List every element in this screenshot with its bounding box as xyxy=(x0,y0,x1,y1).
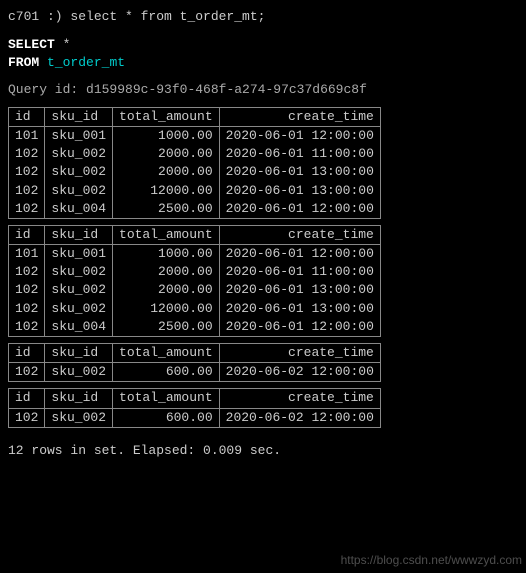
cell-total-amount: 600.00 xyxy=(113,363,220,382)
result-table: idsku_idtotal_amountcreate_time101sku_00… xyxy=(8,225,381,337)
cell-id: 102 xyxy=(9,200,45,219)
cell-create-time: 2020-06-02 12:00:00 xyxy=(219,408,380,427)
result-table: idsku_idtotal_amountcreate_time102sku_00… xyxy=(8,388,381,427)
query-id-label: Query id: xyxy=(8,82,78,97)
cell-id: 101 xyxy=(9,245,45,264)
cell-total-amount: 2500.00 xyxy=(113,318,220,337)
column-header: sku_id xyxy=(45,107,113,126)
column-header: total_amount xyxy=(113,344,220,363)
column-header: total_amount xyxy=(113,107,220,126)
query-id-line: Query id: d159989c-93f0-468f-a274-97c37d… xyxy=(8,81,518,99)
result-footer: 12 rows in set. Elapsed: 0.009 sec. xyxy=(8,442,518,460)
cell-sku-id: sku_002 xyxy=(45,281,113,299)
cell-create-time: 2020-06-01 11:00:00 xyxy=(219,263,380,281)
column-header: create_time xyxy=(219,225,380,244)
prompt-line: c701 :) select * from t_order_mt; xyxy=(8,8,518,26)
cell-sku-id: sku_004 xyxy=(45,200,113,219)
query-id-value: d159989c-93f0-468f-a274-97c37d669c8f xyxy=(86,82,367,97)
table-row: 102sku_0042500.002020-06-01 12:00:00 xyxy=(9,200,381,219)
cell-create-time: 2020-06-01 11:00:00 xyxy=(219,145,380,163)
select-star: * xyxy=(63,37,71,52)
result-table: idsku_idtotal_amountcreate_time101sku_00… xyxy=(8,107,381,219)
cell-create-time: 2020-06-01 13:00:00 xyxy=(219,300,380,318)
cell-total-amount: 1000.00 xyxy=(113,245,220,264)
column-header: create_time xyxy=(219,107,380,126)
cell-id: 102 xyxy=(9,300,45,318)
cell-create-time: 2020-06-01 13:00:00 xyxy=(219,163,380,181)
table-row: 102sku_002600.002020-06-02 12:00:00 xyxy=(9,408,381,427)
column-header: id xyxy=(9,107,45,126)
cell-id: 102 xyxy=(9,281,45,299)
table-row: 102sku_00212000.002020-06-01 13:00:00 xyxy=(9,300,381,318)
column-header: create_time xyxy=(219,389,380,408)
cell-create-time: 2020-06-01 12:00:00 xyxy=(219,200,380,219)
table-row: 102sku_0022000.002020-06-01 11:00:00 xyxy=(9,145,381,163)
result-table: idsku_idtotal_amountcreate_time102sku_00… xyxy=(8,343,381,382)
table-row: 102sku_0022000.002020-06-01 13:00:00 xyxy=(9,281,381,299)
cell-create-time: 2020-06-01 12:00:00 xyxy=(219,245,380,264)
column-header: id xyxy=(9,225,45,244)
cell-total-amount: 2000.00 xyxy=(113,263,220,281)
cell-sku-id: sku_002 xyxy=(45,300,113,318)
table-row: 101sku_0011000.002020-06-01 12:00:00 xyxy=(9,126,381,145)
cell-total-amount: 1000.00 xyxy=(113,126,220,145)
select-keyword: SELECT xyxy=(8,37,55,52)
cell-sku-id: sku_002 xyxy=(45,182,113,200)
column-header: total_amount xyxy=(113,225,220,244)
cell-id: 102 xyxy=(9,145,45,163)
cell-total-amount: 12000.00 xyxy=(113,182,220,200)
cell-sku-id: sku_002 xyxy=(45,408,113,427)
cell-sku-id: sku_002 xyxy=(45,263,113,281)
column-header: sku_id xyxy=(45,389,113,408)
column-header: id xyxy=(9,344,45,363)
cell-id: 102 xyxy=(9,263,45,281)
table-row: 102sku_002600.002020-06-02 12:00:00 xyxy=(9,363,381,382)
cell-create-time: 2020-06-01 13:00:00 xyxy=(219,281,380,299)
column-header: sku_id xyxy=(45,344,113,363)
cell-sku-id: sku_004 xyxy=(45,318,113,337)
cell-total-amount: 2500.00 xyxy=(113,200,220,219)
cell-total-amount: 12000.00 xyxy=(113,300,220,318)
cell-total-amount: 2000.00 xyxy=(113,163,220,181)
table-row: 101sku_0011000.002020-06-01 12:00:00 xyxy=(9,245,381,264)
cell-id: 101 xyxy=(9,126,45,145)
cell-id: 102 xyxy=(9,163,45,181)
column-header: total_amount xyxy=(113,389,220,408)
cell-sku-id: sku_002 xyxy=(45,145,113,163)
table-row: 102sku_0022000.002020-06-01 11:00:00 xyxy=(9,263,381,281)
cell-sku-id: sku_001 xyxy=(45,126,113,145)
table-row: 102sku_0042500.002020-06-01 12:00:00 xyxy=(9,318,381,337)
cell-sku-id: sku_002 xyxy=(45,363,113,382)
table-name: t_order_mt xyxy=(47,55,125,70)
cell-sku-id: sku_002 xyxy=(45,163,113,181)
cell-sku-id: sku_001 xyxy=(45,245,113,264)
from-keyword: FROM xyxy=(8,55,39,70)
cell-id: 102 xyxy=(9,363,45,382)
cell-create-time: 2020-06-02 12:00:00 xyxy=(219,363,380,382)
column-header: id xyxy=(9,389,45,408)
cell-total-amount: 2000.00 xyxy=(113,145,220,163)
table-row: 102sku_00212000.002020-06-01 13:00:00 xyxy=(9,182,381,200)
column-header: create_time xyxy=(219,344,380,363)
cell-create-time: 2020-06-01 12:00:00 xyxy=(219,126,380,145)
echoed-query: SELECT * FROM t_order_mt xyxy=(8,36,518,72)
result-blocks: idsku_idtotal_amountcreate_time101sku_00… xyxy=(8,107,518,428)
column-header: sku_id xyxy=(45,225,113,244)
cell-total-amount: 600.00 xyxy=(113,408,220,427)
table-row: 102sku_0022000.002020-06-01 13:00:00 xyxy=(9,163,381,181)
cell-id: 102 xyxy=(9,182,45,200)
cell-total-amount: 2000.00 xyxy=(113,281,220,299)
cell-id: 102 xyxy=(9,318,45,337)
cell-create-time: 2020-06-01 12:00:00 xyxy=(219,318,380,337)
watermark: https://blog.csdn.net/wwwzyd.com xyxy=(341,552,522,569)
cell-create-time: 2020-06-01 13:00:00 xyxy=(219,182,380,200)
cell-id: 102 xyxy=(9,408,45,427)
